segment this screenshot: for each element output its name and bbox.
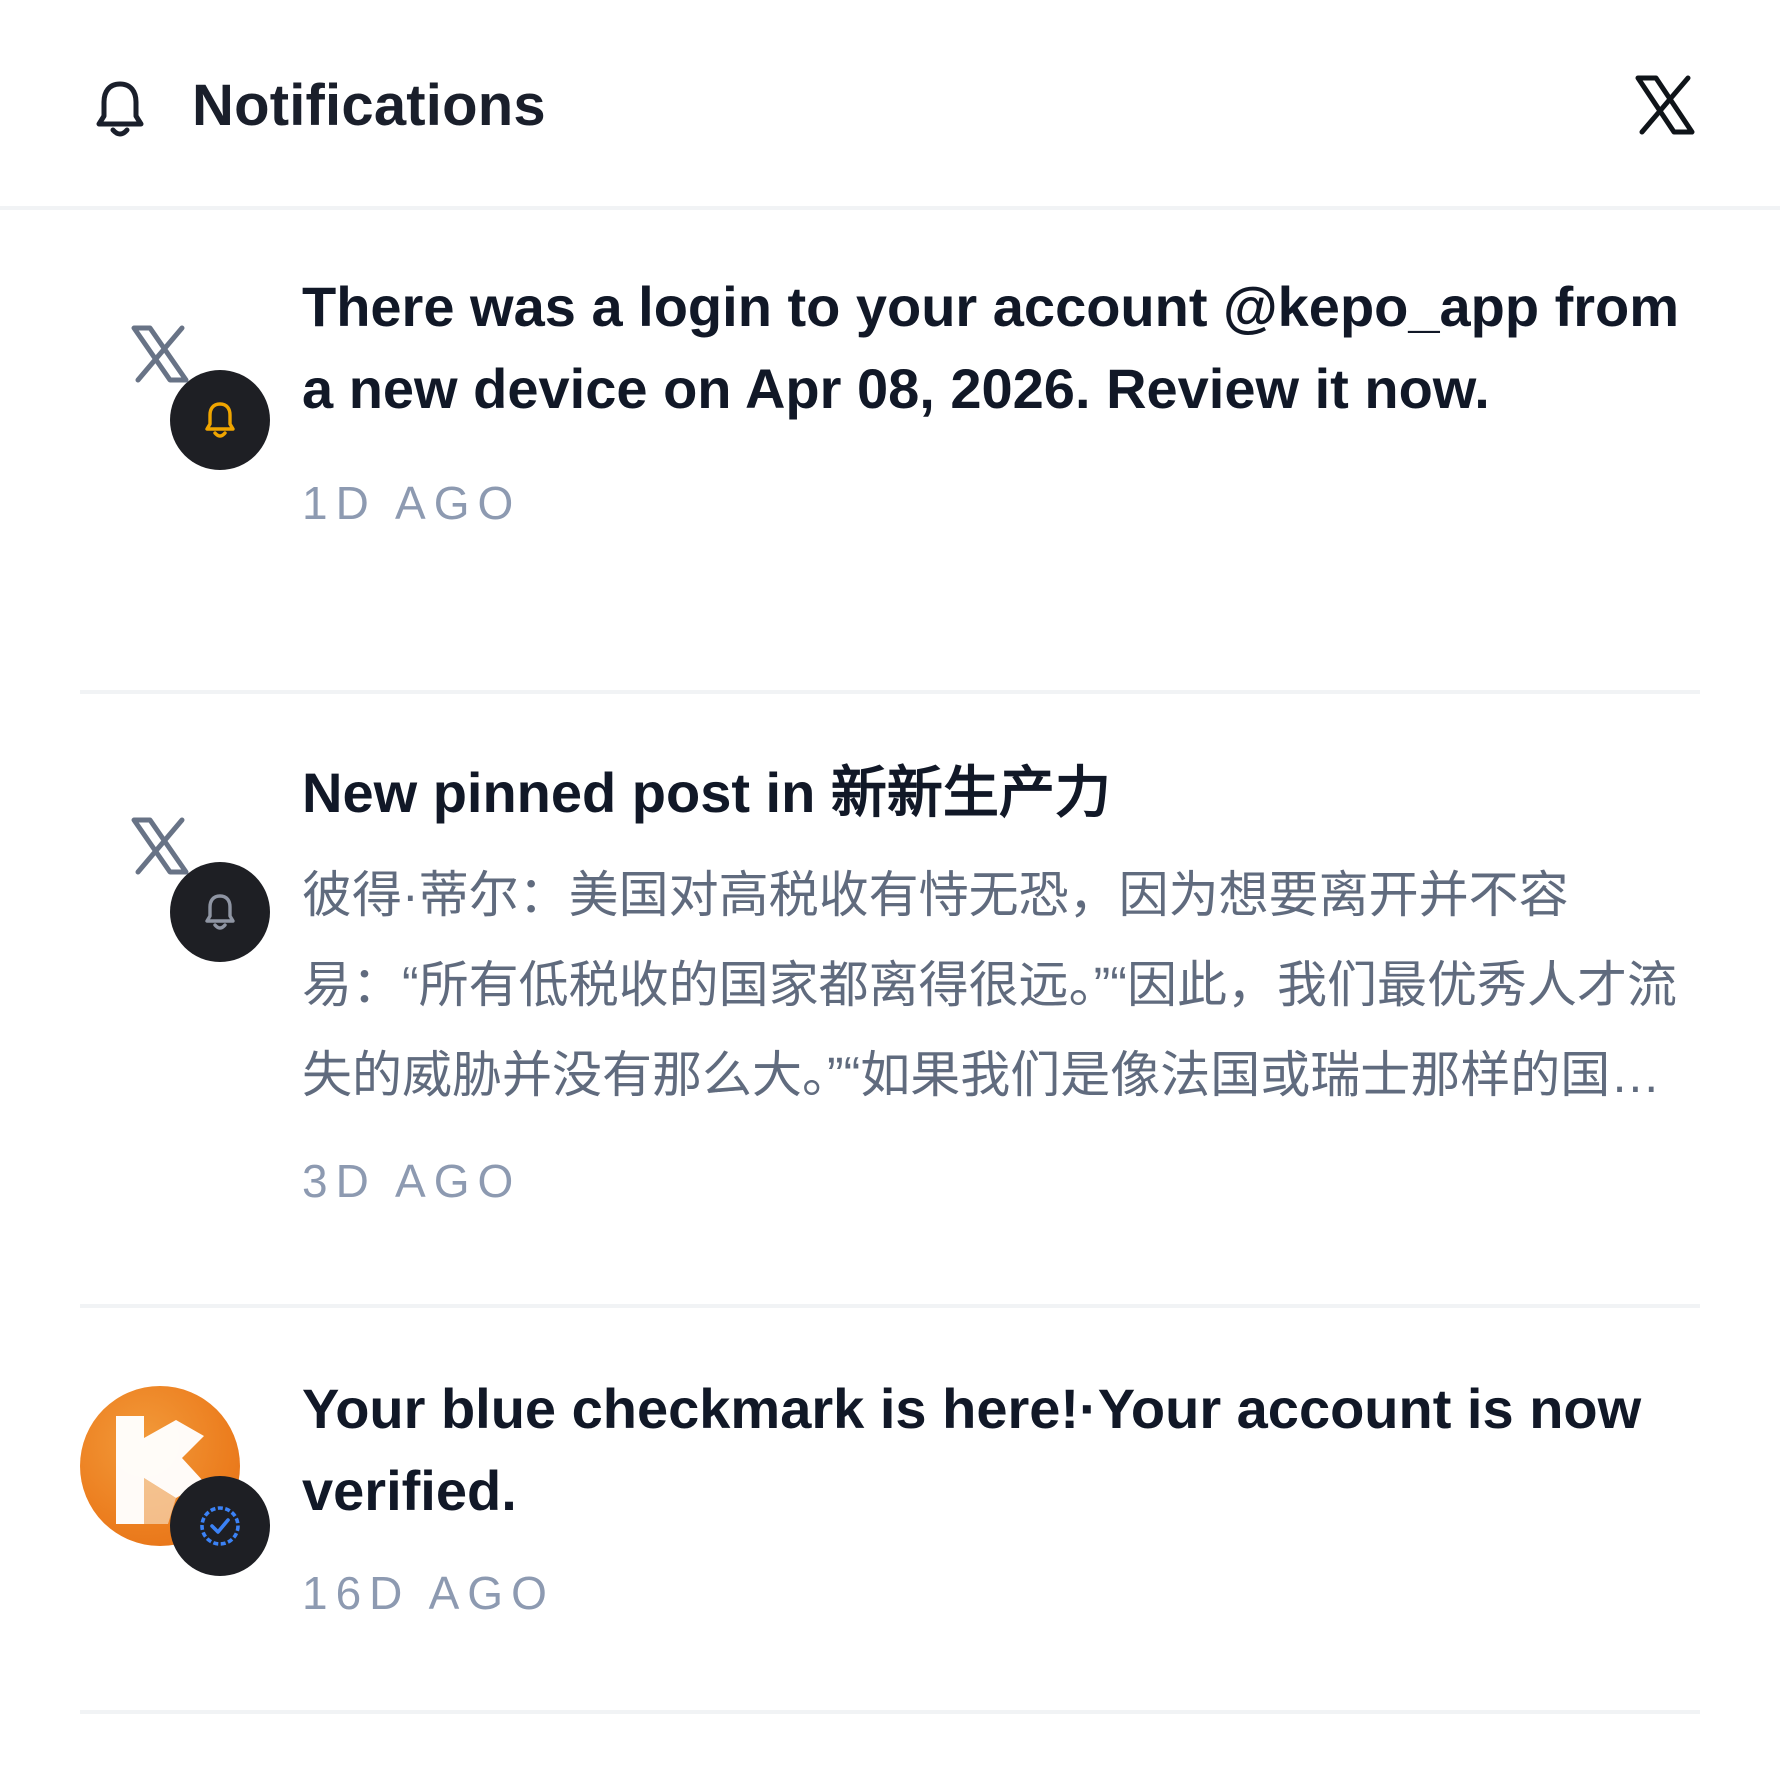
x-logo-icon <box>131 817 189 875</box>
x-logo-icon[interactable] <box>1634 74 1696 136</box>
notification-badge <box>170 862 270 962</box>
notification-avatar <box>80 806 270 996</box>
notification-avatar <box>80 314 270 504</box>
bell-icon <box>205 894 235 930</box>
verified-badge-icon <box>200 1506 240 1546</box>
notification-content: Your blue checkmark is here!·Your accoun… <box>302 1368 1692 1620</box>
page-title: Notifications <box>192 73 546 138</box>
notification-item-pinned-post[interactable]: New pinned post in 新新生产力 彼得·蒂尔：美国对高税收有恃无… <box>80 694 1700 1308</box>
x-logo-icon <box>131 325 189 383</box>
notification-title: New pinned post in 新新生产力 <box>302 761 1111 824</box>
notification-body: 彼得·蒂尔：美国对高税收有恃无恐，因为想要离开并不容易：“所有低税收的国家都离得… <box>302 867 1677 1103</box>
notification-item-verified[interactable]: Your blue checkmark is here!·Your accoun… <box>80 1308 1700 1714</box>
bell-icon <box>96 81 144 137</box>
notification-content: New pinned post in 新新生产力 彼得·蒂尔：美国对高税收有恃无… <box>302 752 1692 1208</box>
notification-time: 1D AGO <box>302 477 522 529</box>
notification-time: 16D AGO <box>302 1567 555 1619</box>
notification-avatar <box>80 1386 270 1576</box>
bell-icon <box>205 402 235 438</box>
notification-title: There was a login to your account @kepo_… <box>302 275 1680 420</box>
notifications-header: Notifications <box>0 0 1780 210</box>
notification-badge <box>170 1476 270 1576</box>
notification-badge <box>170 370 270 470</box>
notification-item-login[interactable]: There was a login to your account @kepo_… <box>80 210 1700 694</box>
notification-content: There was a login to your account @kepo_… <box>302 266 1692 530</box>
notification-title: Your blue checkmark is here!·Your accoun… <box>302 1377 1642 1522</box>
notification-time: 3D AGO <box>302 1155 522 1207</box>
